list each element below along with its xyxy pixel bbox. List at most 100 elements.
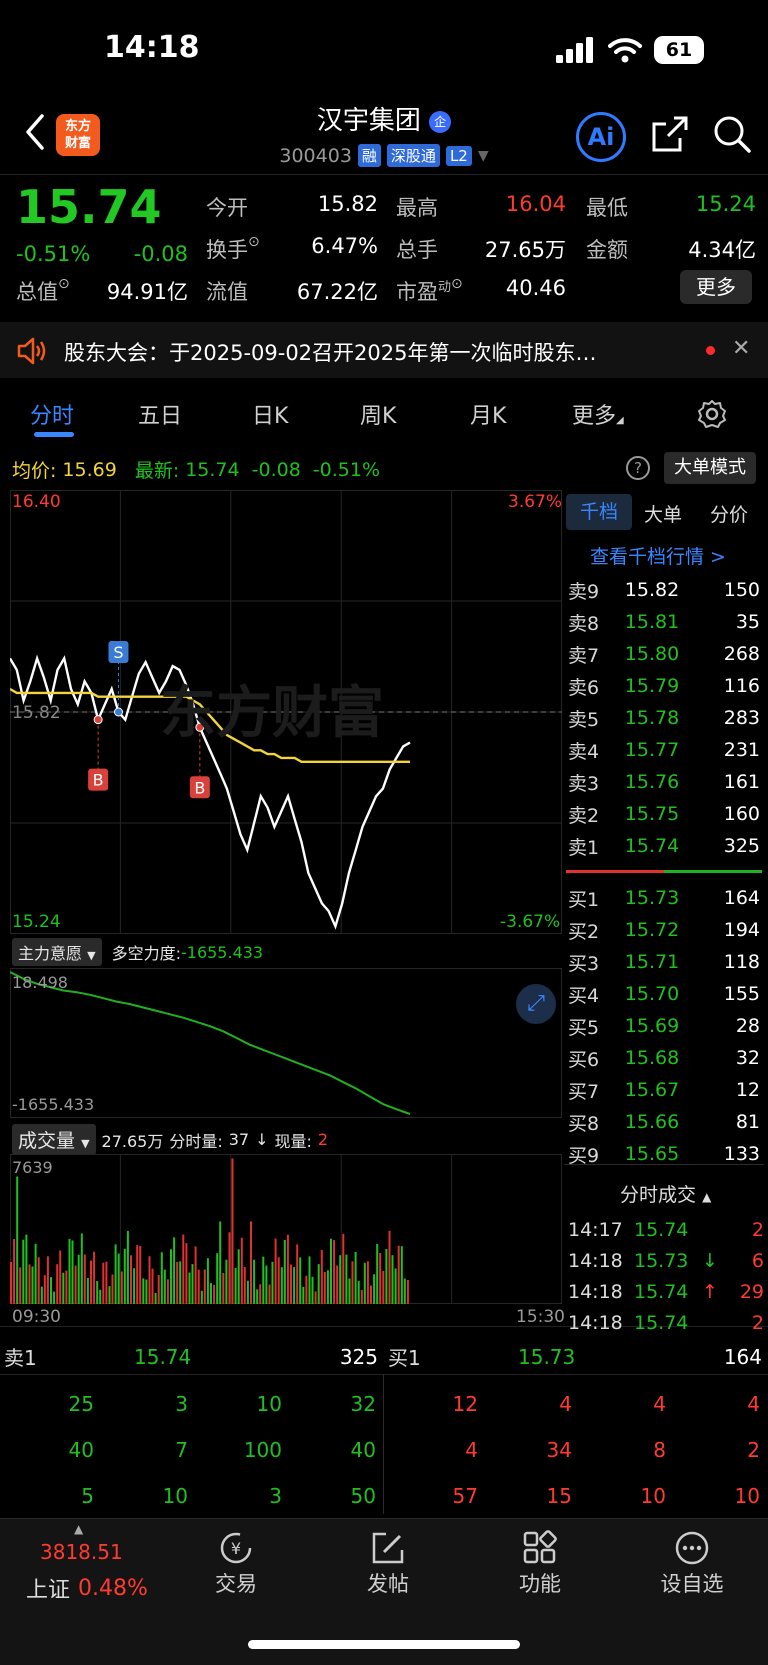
orderbook-qty: 116 (723, 675, 760, 697)
volume-bar (151, 1268, 154, 1304)
avg-value: 15.69 (62, 458, 117, 481)
orderbook-level: 卖7 (568, 644, 600, 667)
orderbook-row[interactable]: 卖8 15.81 35 (568, 606, 764, 638)
volume-bar (182, 1234, 185, 1304)
volume-bar (314, 1291, 317, 1304)
volume-bar (262, 1256, 265, 1304)
volume-bar (16, 1176, 19, 1304)
orderbook-qty: 325 (723, 835, 760, 857)
orderbook-row[interactable]: 买2 15.72 194 (568, 914, 764, 946)
orderbook-row[interactable]: 卖4 15.77 231 (568, 734, 764, 766)
tab-daily-k[interactable]: 日K (252, 398, 288, 430)
orderbook-row[interactable]: 卖1 15.74 325 (568, 830, 764, 862)
volume-bar (59, 1250, 62, 1304)
volume-bar (397, 1245, 400, 1304)
nav-trade[interactable]: ¥ 交易 (176, 1528, 296, 1598)
y-axis-min: 15.24 (12, 912, 61, 932)
orderbook-tab-bigorder[interactable]: 大单 (644, 500, 682, 527)
caret-up-icon: ▲ (702, 1190, 712, 1204)
dropdown-caret-icon[interactable]: ▼ (478, 148, 489, 164)
volume-bar (170, 1249, 172, 1304)
volume-bar (406, 1280, 409, 1304)
indicator-selector[interactable]: 主力意愿 ▼ (12, 938, 102, 966)
queue-cell: 3 (269, 1484, 282, 1508)
settings-gear-icon[interactable] (696, 398, 728, 430)
orderbook-row[interactable]: 买5 15.69 28 (568, 1010, 764, 1042)
orderbook-price: 15.73 (624, 887, 680, 909)
marker-dot (93, 715, 103, 725)
more-button[interactable]: 更多 (680, 270, 752, 304)
help-icon[interactable]: ? (626, 456, 650, 480)
volume-bar (148, 1256, 151, 1304)
volume-bar (71, 1240, 74, 1304)
trades-title[interactable]: 分时成交 ▲ (620, 1180, 711, 1207)
big-order-mode-button[interactable]: 大单模式 (664, 452, 756, 484)
orderbook-tab-depth[interactable]: 千档 (566, 494, 632, 530)
trade-time: 14:18 (568, 1250, 623, 1272)
expand-icon[interactable]: ⤢ (516, 984, 556, 1024)
orderbook-row[interactable]: 卖9 15.82 150 (568, 574, 764, 606)
volume-y-max: 7639 (12, 1158, 53, 1177)
orderbook-price: 15.74 (624, 835, 680, 857)
nav-function[interactable]: 功能 (480, 1528, 600, 1598)
queue-cell: 2 (747, 1438, 760, 1462)
nav-add-watchlist[interactable]: 设自选 (632, 1528, 752, 1598)
orderbook-row[interactable]: 卖2 15.75 160 (568, 798, 764, 830)
volume-bar (68, 1238, 71, 1304)
volume-selector[interactable]: 成交量 ▼ (12, 1124, 96, 1155)
volume-bar (228, 1232, 231, 1304)
tab-more[interactable]: 更多◢ (572, 398, 624, 430)
volume-bar (163, 1269, 166, 1304)
orderbook-row[interactable]: 卖5 15.78 283 (568, 702, 764, 734)
svg-text:¥: ¥ (231, 1539, 241, 1558)
ai-button[interactable]: Ai (576, 112, 626, 162)
volume-chart[interactable] (10, 1154, 562, 1304)
tag-margin: 融 (357, 144, 381, 167)
volume-bar (160, 1252, 163, 1304)
orderbook-row[interactable]: 卖7 15.80 268 (568, 638, 764, 670)
orderbook-row[interactable]: 买9 15.65 133 (568, 1138, 764, 1170)
tab-intraday[interactable]: 分时 (30, 398, 74, 430)
orderbook-level: 卖9 (568, 580, 600, 603)
volume-bar (320, 1250, 323, 1304)
index-value[interactable]: 3818.51 (40, 1540, 123, 1564)
volume-bar (130, 1255, 132, 1304)
open-value: 15.82 (317, 192, 378, 216)
trade-price: 15.73 (634, 1250, 689, 1272)
orderbook-row[interactable]: 卖3 15.76 161 (568, 766, 764, 798)
volume-bar (111, 1274, 114, 1304)
volume-bar (114, 1244, 117, 1304)
tab-5day[interactable]: 五日 (138, 398, 182, 430)
volume-bar (22, 1239, 25, 1304)
spread-divider (566, 870, 762, 873)
tab-monthly-k[interactable]: 月K (470, 398, 506, 430)
open-label: 今开 (206, 196, 248, 220)
caret-up-icon[interactable]: ▲ (74, 1522, 83, 1536)
info-dots-icon[interactable]: ⊙ (248, 234, 260, 250)
info-dots-icon[interactable]: ⊙ (58, 276, 70, 292)
orderbook-row[interactable]: 买4 15.70 155 (568, 978, 764, 1010)
high-value: 16.04 (505, 192, 566, 216)
volume-bar (219, 1221, 222, 1304)
notice-text[interactable]: 股东大会：于2025-09-02召开2025年第一次临时股东… (64, 337, 596, 367)
orderbook-qty: 28 (735, 1015, 760, 1037)
share-icon[interactable] (650, 114, 690, 154)
orderbook-row[interactable]: 卖6 15.79 116 (568, 670, 764, 702)
orderbook-level: 买6 (568, 1048, 600, 1071)
y-axis-mid: 15.82 (12, 703, 61, 723)
info-dots-icon[interactable]: ⊙ (451, 276, 463, 292)
volume-bar (333, 1240, 336, 1304)
orderbook-qty: 32 (735, 1047, 760, 1069)
index-ticker[interactable]: 上证 0.48% (26, 1572, 148, 1604)
tab-weekly-k[interactable]: 周K (360, 398, 396, 430)
nav-post[interactable]: 发帖 (328, 1528, 448, 1598)
orderbook-tab-price[interactable]: 分价 (710, 500, 748, 527)
orderbook-row[interactable]: 买6 15.68 32 (568, 1042, 764, 1074)
orderbook-row[interactable]: 买3 15.71 118 (568, 946, 764, 978)
search-icon[interactable] (712, 114, 752, 154)
orderbook-row[interactable]: 买8 15.66 81 (568, 1106, 764, 1138)
orderbook-row[interactable]: 买7 15.67 12 (568, 1074, 764, 1106)
close-icon[interactable]: ✕ (732, 336, 750, 361)
orderbook-row[interactable]: 买1 15.73 164 (568, 882, 764, 914)
orderbook-link[interactable]: 查看千档行情 > (590, 542, 726, 569)
